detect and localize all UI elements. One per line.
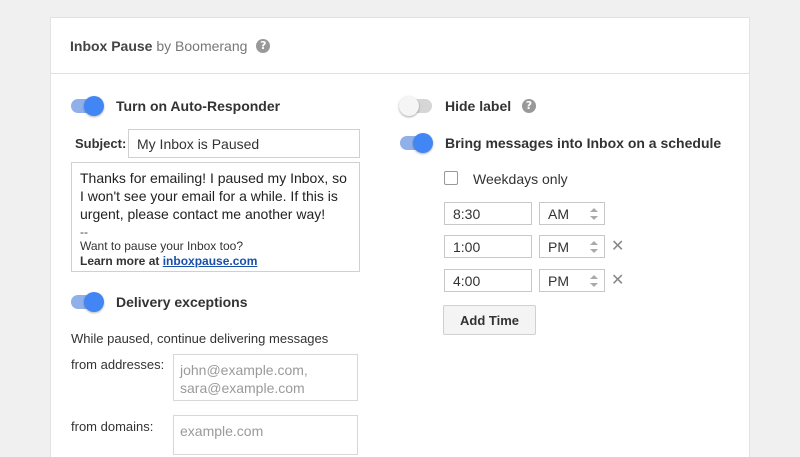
from-domains-placeholder: example.com xyxy=(180,423,264,439)
help-icon[interactable]: ? xyxy=(256,39,271,54)
period-value-2: PM xyxy=(548,239,569,255)
auto-responder-message[interactable]: Thanks for emailing! I paused my Inbox, … xyxy=(71,162,360,272)
signature-separator: -- xyxy=(80,225,88,239)
select-arrows-icon xyxy=(590,241,598,253)
add-time-button[interactable]: Add Time xyxy=(443,305,536,335)
signature-text: Want to pause your Inbox too? xyxy=(80,239,243,253)
delivery-exceptions-description: While paused, continue delivering messag… xyxy=(71,331,329,346)
weekdays-only-label: Weekdays only xyxy=(473,171,568,187)
toggle-knob xyxy=(84,292,104,312)
schedule-label: Bring messages into Inbox on a schedule xyxy=(445,135,722,151)
time-input-2[interactable]: 1:00 xyxy=(444,235,532,258)
weekdays-only-checkbox[interactable] xyxy=(444,171,458,185)
message-body: Thanks for emailing! I paused my Inbox, … xyxy=(80,170,347,222)
toggle-knob xyxy=(413,133,433,153)
time-input-1[interactable]: 8:30 xyxy=(444,202,532,225)
hide-label-label: Hide label xyxy=(445,98,512,114)
from-domains-label: from domains: xyxy=(71,419,154,434)
period-select-3[interactable]: PM xyxy=(539,269,605,292)
toggle-knob xyxy=(399,96,419,116)
auto-responder-label: Turn on Auto-Responder xyxy=(116,98,281,114)
app-title: Inbox Pause by Boomerang ? xyxy=(70,38,271,54)
from-addresses-input[interactable]: john@example.com, sara@example.com xyxy=(173,354,358,401)
delivery-exceptions-label: Delivery exceptions xyxy=(116,294,248,310)
learn-more-prefix: Learn more at xyxy=(80,254,160,268)
from-domains-input[interactable]: example.com xyxy=(173,415,358,455)
subject-input[interactable]: My Inbox is Paused xyxy=(128,129,360,158)
period-select-2[interactable]: PM xyxy=(539,235,605,258)
inboxpause-link[interactable]: inboxpause.com xyxy=(163,254,258,268)
app-by-text: by Boomerang xyxy=(156,38,248,54)
remove-time-2-icon[interactable]: ✕ xyxy=(611,238,624,254)
subject-label: Subject: xyxy=(75,136,127,151)
hide-label-help-icon[interactable]: ? xyxy=(522,99,536,113)
select-arrows-icon xyxy=(590,275,598,287)
remove-time-3-icon[interactable]: ✕ xyxy=(611,272,624,288)
from-addresses-label: from addresses: xyxy=(71,357,165,372)
schedule-toggle[interactable] xyxy=(400,133,433,153)
time-input-3[interactable]: 4:00 xyxy=(444,269,532,292)
from-addresses-placeholder-line1: john@example.com, xyxy=(180,362,308,378)
period-select-1[interactable]: AM xyxy=(539,202,605,225)
hide-label-toggle[interactable] xyxy=(399,96,432,116)
select-arrows-icon xyxy=(590,208,598,220)
toggle-knob xyxy=(84,96,104,116)
auto-responder-toggle[interactable] xyxy=(71,96,104,116)
app-name: Inbox Pause xyxy=(70,38,153,54)
period-value-1: AM xyxy=(548,206,569,222)
signature-learn-more: Learn more at inboxpause.com xyxy=(80,254,351,269)
panel-header: Inbox Pause by Boomerang ? xyxy=(51,18,749,74)
period-value-3: PM xyxy=(548,273,569,289)
delivery-exceptions-toggle[interactable] xyxy=(71,292,104,312)
from-addresses-placeholder-line2: sara@example.com xyxy=(180,380,305,396)
